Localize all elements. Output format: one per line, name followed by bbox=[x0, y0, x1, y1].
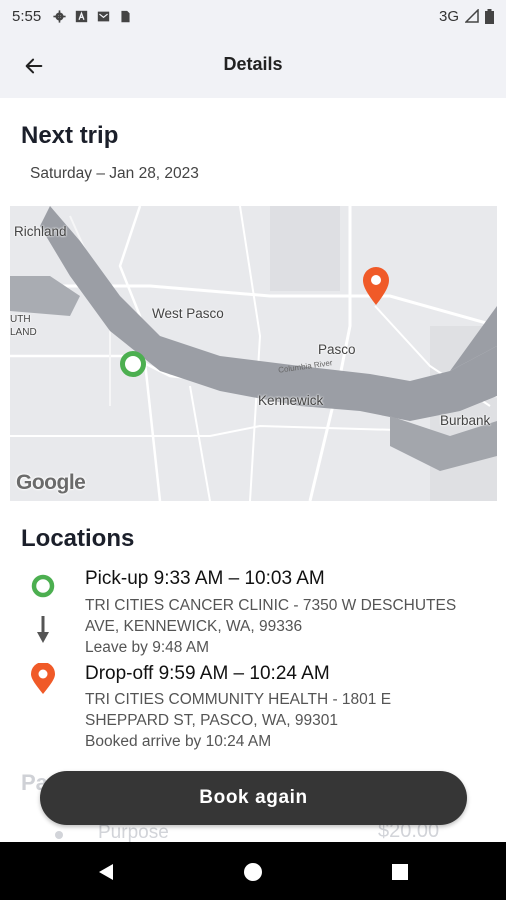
google-logo: Google bbox=[16, 471, 86, 494]
trip-date: Saturday – Jan 28, 2023 bbox=[30, 165, 199, 182]
sim-card-icon bbox=[121, 10, 130, 22]
status-bar: 5:55 3G bbox=[0, 0, 506, 32]
status-time: 5:55 bbox=[12, 7, 42, 25]
dropoff-pin-icon bbox=[31, 663, 55, 694]
map-label-kennewick: Kennewick bbox=[258, 393, 324, 408]
map-label-richland: Richland bbox=[14, 224, 67, 239]
signal-icon bbox=[465, 9, 479, 23]
home-circle-icon bbox=[244, 863, 262, 881]
trip-map[interactable]: Richland West Pasco Pasco Kennewick Burb… bbox=[10, 206, 497, 501]
page-title: Details bbox=[223, 54, 283, 74]
recents-square-icon bbox=[392, 864, 408, 880]
map-label-burbank: Burbank bbox=[440, 413, 491, 428]
dropoff-arrive-by: Booked arrive by 10:24 AM bbox=[85, 733, 272, 750]
nav-back-button[interactable] bbox=[94, 860, 118, 884]
nav-home-button[interactable] bbox=[241, 860, 265, 884]
a-box-icon bbox=[76, 10, 88, 22]
pickup-icon bbox=[31, 574, 55, 598]
back-triangle-icon bbox=[99, 864, 113, 880]
purpose-bullet bbox=[55, 831, 63, 839]
locations-heading: Locations bbox=[21, 525, 135, 552]
system-nav-bar bbox=[0, 842, 506, 900]
network-type: 3G bbox=[438, 7, 459, 25]
battery-icon bbox=[485, 8, 494, 24]
pickup-address-line1: TRI CITIES CANCER CLINIC - 7350 W DESCHU… bbox=[85, 597, 457, 614]
next-trip-heading: Next trip bbox=[21, 122, 119, 149]
map-label-pasco: Pasco bbox=[318, 342, 356, 357]
dropoff-title: Drop-off 9:59 AM – 10:24 AM bbox=[85, 663, 330, 684]
gear-icon bbox=[53, 9, 66, 23]
map-label-south-2: LAND bbox=[10, 327, 37, 338]
book-again-button[interactable]: Book again bbox=[40, 771, 467, 825]
dropoff-address-line2: SHEPPARD ST, PASCO, WA, 99301 bbox=[85, 712, 338, 729]
dropoff-address-line1: TRI CITIES COMMUNITY HEALTH - 1801 E bbox=[85, 691, 392, 708]
pickup-address-line2: AVE, KENNEWICK, WA, 99336 bbox=[85, 618, 303, 635]
arrow-down-icon bbox=[37, 616, 49, 643]
map-canvas bbox=[10, 206, 497, 501]
map-label-south-1: UTH bbox=[10, 314, 31, 325]
mail-box-icon bbox=[98, 11, 110, 21]
app-bar: Details bbox=[0, 32, 506, 98]
pickup-title: Pick-up 9:33 AM – 10:03 AM bbox=[85, 568, 325, 589]
nav-recents-button[interactable] bbox=[388, 860, 412, 884]
pickup-map-marker[interactable] bbox=[120, 351, 146, 377]
purpose-label: Purpose bbox=[98, 822, 169, 843]
map-label-west-pasco: West Pasco bbox=[152, 306, 224, 321]
pickup-leave-by: Leave by 9:48 AM bbox=[85, 639, 210, 656]
